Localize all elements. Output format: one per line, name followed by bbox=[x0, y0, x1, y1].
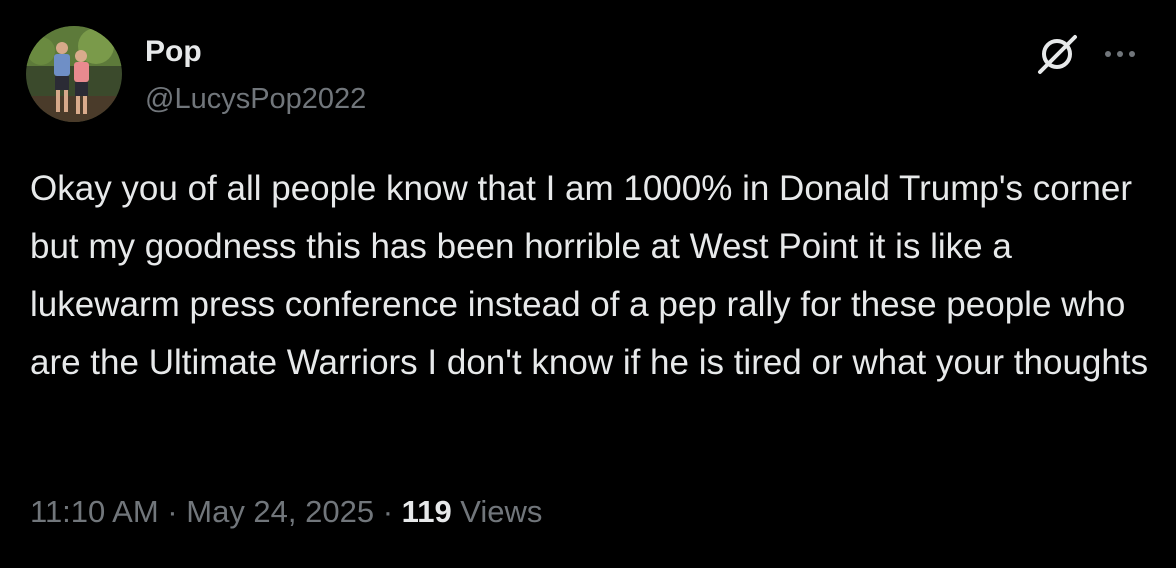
tweet-text: Okay you of all people know that I am 10… bbox=[30, 169, 1149, 382]
tweet-meta: 11:10 AM · May 24, 2025 · 119 Views bbox=[30, 492, 542, 532]
tweet-time[interactable]: 11:10 AM bbox=[30, 494, 159, 529]
tweet: Pop @LucysPop2022 Okay you of all people… bbox=[0, 0, 1176, 568]
meta-separator: · bbox=[374, 494, 402, 529]
meta-separator: · bbox=[158, 494, 187, 529]
tweet-date[interactable]: May 24, 2025 bbox=[186, 494, 374, 529]
profile-photo-icon bbox=[26, 26, 122, 122]
views-count: 119 bbox=[401, 494, 452, 529]
display-name[interactable]: Pop bbox=[145, 32, 202, 72]
grok-icon[interactable] bbox=[1036, 32, 1080, 76]
user-handle[interactable]: @LucysPop2022 bbox=[145, 80, 366, 118]
avatar[interactable] bbox=[26, 26, 122, 122]
views-label: Views bbox=[451, 494, 543, 529]
more-icon[interactable] bbox=[1102, 44, 1142, 64]
